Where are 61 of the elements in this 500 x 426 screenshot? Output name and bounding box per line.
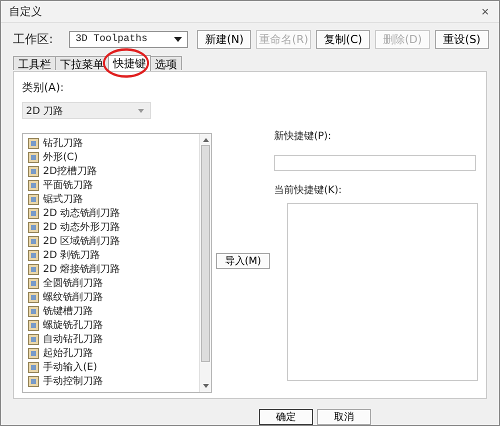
command-item[interactable]: 2D挖槽刀路 (28, 164, 199, 178)
command-item[interactable]: 2D 剥铣刀路 (28, 248, 199, 262)
toolpath-icon (28, 348, 39, 358)
command-item[interactable]: 铣键槽刀路 (28, 304, 199, 318)
toolbar-button[interactable]: 复制(C) (316, 30, 370, 48)
workspace-dropdown[interactable]: 3D Toolpaths (69, 30, 188, 48)
toolpath-icon (28, 292, 39, 302)
toolpath-icon (28, 362, 39, 372)
command-item[interactable]: 外形(C) (28, 150, 199, 164)
command-item[interactable]: 钻孔刀路 (28, 136, 199, 150)
toolpath-icon (28, 320, 39, 330)
toolpath-icon (28, 180, 39, 190)
category-label: 类别(A): (22, 80, 65, 95)
command-item[interactable]: 手动控制刀路 (28, 374, 199, 388)
toolpath-icon (28, 152, 39, 162)
command-item[interactable]: 自动钻孔刀路 (28, 332, 199, 346)
dropdown-arrow-icon (174, 36, 182, 42)
close-button[interactable]: × (477, 4, 493, 19)
new-shortcut-label: 新快捷键(P): (274, 130, 332, 143)
toolpath-icon (28, 236, 39, 246)
toolbar-button[interactable]: 重设(S) (434, 30, 490, 48)
command-item[interactable]: 2D 熔接铣削刀路 (28, 262, 199, 276)
command-item[interactable]: 螺纹铣削刀路 (28, 290, 199, 304)
dialog-button[interactable]: 取消 (317, 409, 371, 425)
toolpath-icon (28, 208, 39, 218)
command-item[interactable]: 全圆铣削刀路 (28, 276, 199, 290)
scroll-down-icon[interactable] (202, 384, 208, 388)
dialog-button[interactable]: 确定 (259, 409, 313, 425)
current-shortcuts-label: 当前快捷键(K): (274, 184, 343, 197)
toolpath-icon (28, 194, 39, 204)
command-item[interactable]: 起始孔刀路 (28, 346, 199, 360)
toolpath-icon (28, 376, 39, 386)
command-item[interactable]: 2D 区域铣削刀路 (28, 234, 199, 248)
tab[interactable]: 下拉菜单 (55, 56, 109, 70)
workspace-label: 工作区: (13, 30, 54, 48)
toolpath-icon (28, 222, 39, 232)
toolpath-icon (28, 264, 39, 274)
current-shortcuts-list[interactable] (287, 203, 478, 381)
toolpath-icon (28, 334, 39, 344)
toolpath-icon (28, 166, 39, 176)
dropdown-arrow-icon (138, 108, 144, 112)
command-item[interactable]: 手动输入(E) (28, 360, 199, 374)
tab[interactable]: 选项 (150, 56, 182, 70)
tab[interactable]: 快捷键 (108, 55, 151, 71)
command-item[interactable]: 平面铣刀路 (28, 178, 199, 192)
toolbar-button[interactable]: 新建(N) (197, 30, 252, 48)
toolpath-icon (28, 306, 39, 316)
command-item[interactable]: 2D 动态铣削刀路 (28, 206, 199, 220)
window-title: 自定义 (9, 4, 42, 19)
tab[interactable]: 工具栏 (13, 56, 56, 70)
command-item[interactable]: 螺旋铣孔刀路 (28, 318, 199, 332)
new-shortcut-field[interactable] (274, 155, 476, 171)
scroll-up-icon[interactable] (202, 138, 208, 142)
command-item[interactable]: 2D 动态外形刀路 (28, 220, 199, 234)
scrollbar[interactable] (199, 134, 211, 392)
toolpath-icon (28, 250, 39, 260)
import-button[interactable]: 导入(M) (216, 253, 270, 269)
toolpath-icon (28, 278, 39, 288)
category-dropdown[interactable]: 2D 刀路 (22, 102, 151, 119)
command-item[interactable]: 锯式刀路 (28, 192, 199, 206)
toolpath-icon (28, 138, 39, 148)
